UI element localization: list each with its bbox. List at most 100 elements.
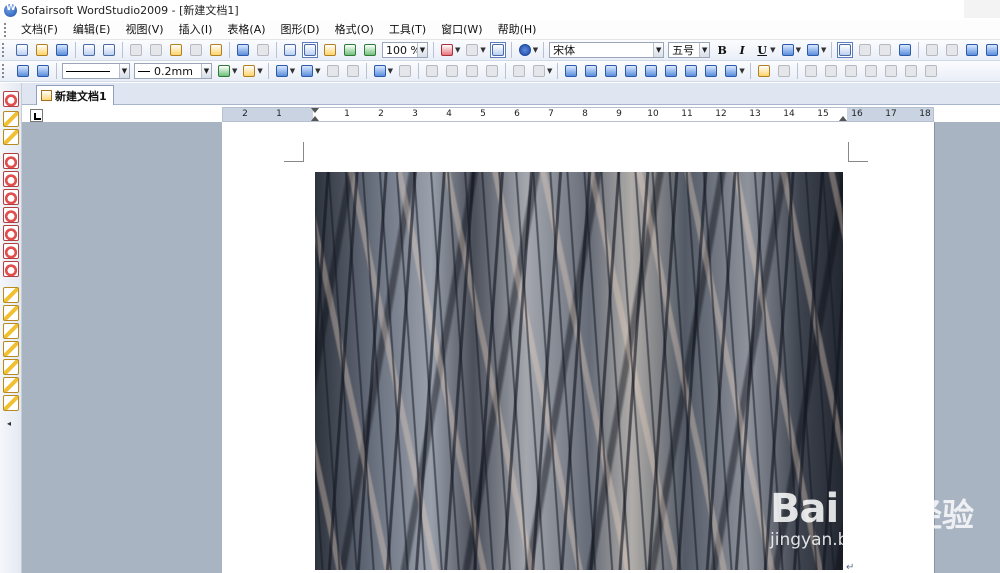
toolbar-grip[interactable] bbox=[2, 64, 5, 78]
bullet-dot-icon[interactable] bbox=[464, 42, 480, 58]
undo-icon[interactable] bbox=[235, 42, 251, 58]
cut-icon[interactable] bbox=[128, 42, 144, 58]
table-merge-icon[interactable] bbox=[325, 63, 341, 79]
pen-tool-3-icon[interactable] bbox=[3, 323, 19, 339]
insert-row-icon[interactable] bbox=[424, 63, 440, 79]
print-icon[interactable] bbox=[81, 42, 97, 58]
pen-tool-4-icon[interactable] bbox=[3, 341, 19, 357]
chevron-down-icon[interactable]: ▼ bbox=[290, 67, 295, 75]
edit-text-icon[interactable] bbox=[35, 63, 51, 79]
chevron-down-icon[interactable]: ▼ bbox=[232, 67, 237, 75]
cell-align-1-icon[interactable] bbox=[563, 63, 579, 79]
open-folder-icon[interactable] bbox=[34, 42, 50, 58]
outdent-icon[interactable] bbox=[984, 42, 1000, 58]
menu-grip[interactable] bbox=[4, 22, 7, 37]
rect-tool-icon[interactable] bbox=[3, 153, 19, 169]
new-document-icon[interactable] bbox=[14, 42, 30, 58]
arrange-5-icon[interactable] bbox=[883, 63, 899, 79]
zoom-combo[interactable]: 100 % ▼ bbox=[382, 42, 428, 58]
chevron-down-icon[interactable]: ▼ bbox=[739, 67, 744, 75]
window-control-button[interactable] bbox=[964, 0, 1000, 18]
chevron-down-icon[interactable]: ▼ bbox=[315, 67, 320, 75]
inserted-image[interactable] bbox=[315, 172, 843, 570]
chevron-down-icon[interactable]: ▼ bbox=[547, 67, 552, 75]
tab-document-1[interactable]: 新建文档1 bbox=[36, 85, 114, 105]
cell-align-5-icon[interactable] bbox=[643, 63, 659, 79]
delete-icon[interactable] bbox=[188, 42, 204, 58]
cell-align-6-icon[interactable] bbox=[663, 63, 679, 79]
chevron-down-icon[interactable]: ▼ bbox=[796, 46, 801, 54]
arrange-3-icon[interactable] bbox=[843, 63, 859, 79]
chevron-down-icon[interactable]: ▼ bbox=[388, 67, 393, 75]
line-width-combo[interactable]: 0.2mm ▼ bbox=[134, 63, 212, 79]
grid-tool-icon[interactable] bbox=[3, 261, 19, 277]
arrange-1-icon[interactable] bbox=[803, 63, 819, 79]
arrange-2-icon[interactable] bbox=[823, 63, 839, 79]
font-color-icon[interactable] bbox=[805, 42, 821, 58]
chevron-down-icon[interactable]: ▼ bbox=[455, 46, 460, 54]
chevron-down-icon[interactable]: ◂ bbox=[7, 419, 11, 428]
list-bullet-icon[interactable] bbox=[924, 42, 940, 58]
chevron-down-icon[interactable]: ▼ bbox=[119, 64, 129, 78]
chevron-down-icon[interactable]: ▼ bbox=[257, 67, 262, 75]
print-preview-icon[interactable] bbox=[101, 42, 117, 58]
menu-format[interactable]: 格式(O) bbox=[329, 21, 380, 39]
menu-help[interactable]: 帮助(H) bbox=[492, 21, 543, 39]
cell-align-8-icon[interactable] bbox=[703, 63, 719, 79]
pen-tool-5-icon[interactable] bbox=[3, 359, 19, 375]
curve-tool-icon[interactable] bbox=[3, 243, 19, 259]
arrange-6-icon[interactable] bbox=[903, 63, 919, 79]
insert-shape-icon[interactable] bbox=[439, 42, 455, 58]
chevron-down-icon[interactable]: ▼ bbox=[653, 43, 664, 57]
table-props-icon[interactable] bbox=[397, 63, 413, 79]
distribute-icon[interactable] bbox=[511, 63, 527, 79]
paste-icon[interactable] bbox=[168, 42, 184, 58]
insert-table-icon[interactable] bbox=[372, 63, 388, 79]
align-left-icon[interactable] bbox=[837, 42, 854, 58]
list-number-icon[interactable] bbox=[944, 42, 960, 58]
font-name-combo[interactable]: 宋体 ▼ bbox=[549, 42, 665, 58]
polygon-tool-icon[interactable] bbox=[3, 189, 19, 205]
line-tool-icon[interactable] bbox=[3, 207, 19, 223]
menu-edit[interactable]: 编辑(E) bbox=[67, 21, 117, 39]
zoom-in-icon[interactable] bbox=[342, 42, 358, 58]
menu-window[interactable]: 窗口(W) bbox=[435, 21, 488, 39]
select-grid-icon[interactable] bbox=[302, 42, 318, 58]
chevron-down-icon[interactable]: ▼ bbox=[821, 46, 826, 54]
insert-col-icon[interactable] bbox=[444, 63, 460, 79]
chevron-down-icon[interactable]: ▼ bbox=[417, 43, 427, 57]
indent-icon[interactable] bbox=[964, 42, 980, 58]
pen-tool-6-icon[interactable] bbox=[3, 377, 19, 393]
zoom-out-icon[interactable] bbox=[362, 42, 378, 58]
copy-icon[interactable] bbox=[148, 42, 164, 58]
magnet-icon[interactable] bbox=[3, 91, 19, 107]
cell-align-7-icon[interactable] bbox=[683, 63, 699, 79]
align-right-icon[interactable] bbox=[877, 42, 893, 58]
cell-align-9-icon[interactable] bbox=[723, 63, 739, 79]
pen-tool-7-icon[interactable] bbox=[3, 395, 19, 411]
fill-color-icon[interactable] bbox=[274, 63, 290, 79]
cell-align-4-icon[interactable] bbox=[623, 63, 639, 79]
menu-file[interactable]: 文档(F) bbox=[15, 21, 64, 39]
highlight-icon[interactable] bbox=[780, 42, 796, 58]
bold-button[interactable]: B bbox=[714, 42, 730, 58]
ellipse-tool-icon[interactable] bbox=[3, 171, 19, 187]
line-color-icon[interactable] bbox=[216, 63, 232, 79]
delete-col-icon[interactable] bbox=[484, 63, 500, 79]
toolbar-grip[interactable] bbox=[2, 43, 4, 57]
chevron-down-icon[interactable]: ▼ bbox=[480, 46, 485, 54]
chevron-down-icon[interactable]: ▼ bbox=[699, 43, 710, 57]
shadow-icon[interactable] bbox=[241, 63, 257, 79]
menu-tools[interactable]: 工具(T) bbox=[383, 21, 432, 39]
lightning-icon[interactable] bbox=[3, 111, 19, 127]
italic-button[interactable]: I bbox=[734, 42, 750, 58]
erase-icon[interactable] bbox=[3, 129, 19, 145]
pen-tool-1-icon[interactable] bbox=[3, 287, 19, 303]
redo-icon[interactable] bbox=[255, 42, 271, 58]
cell-align-2-icon[interactable] bbox=[583, 63, 599, 79]
help-icon[interactable] bbox=[517, 42, 533, 58]
format-painter-icon[interactable] bbox=[208, 42, 224, 58]
sort-icon[interactable] bbox=[531, 63, 547, 79]
arrange-4-icon[interactable] bbox=[863, 63, 879, 79]
chevron-down-icon[interactable]: ▼ bbox=[533, 46, 538, 54]
